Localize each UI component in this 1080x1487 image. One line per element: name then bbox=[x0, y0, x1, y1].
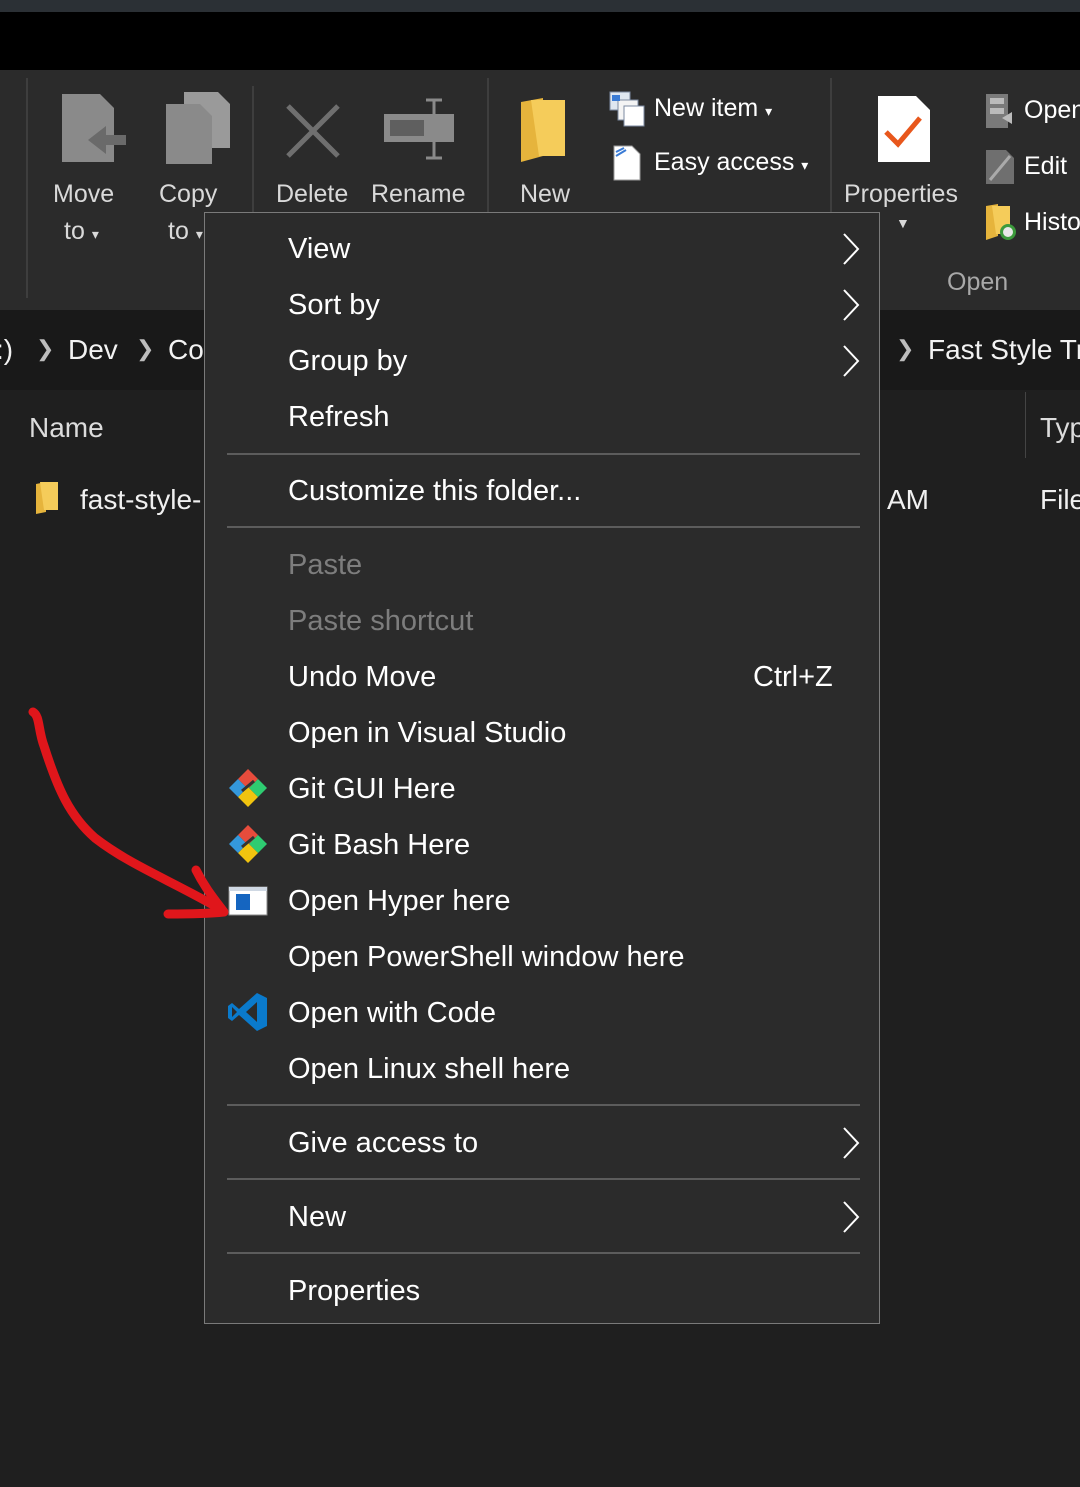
red-arrow-annotation bbox=[28, 707, 229, 919]
